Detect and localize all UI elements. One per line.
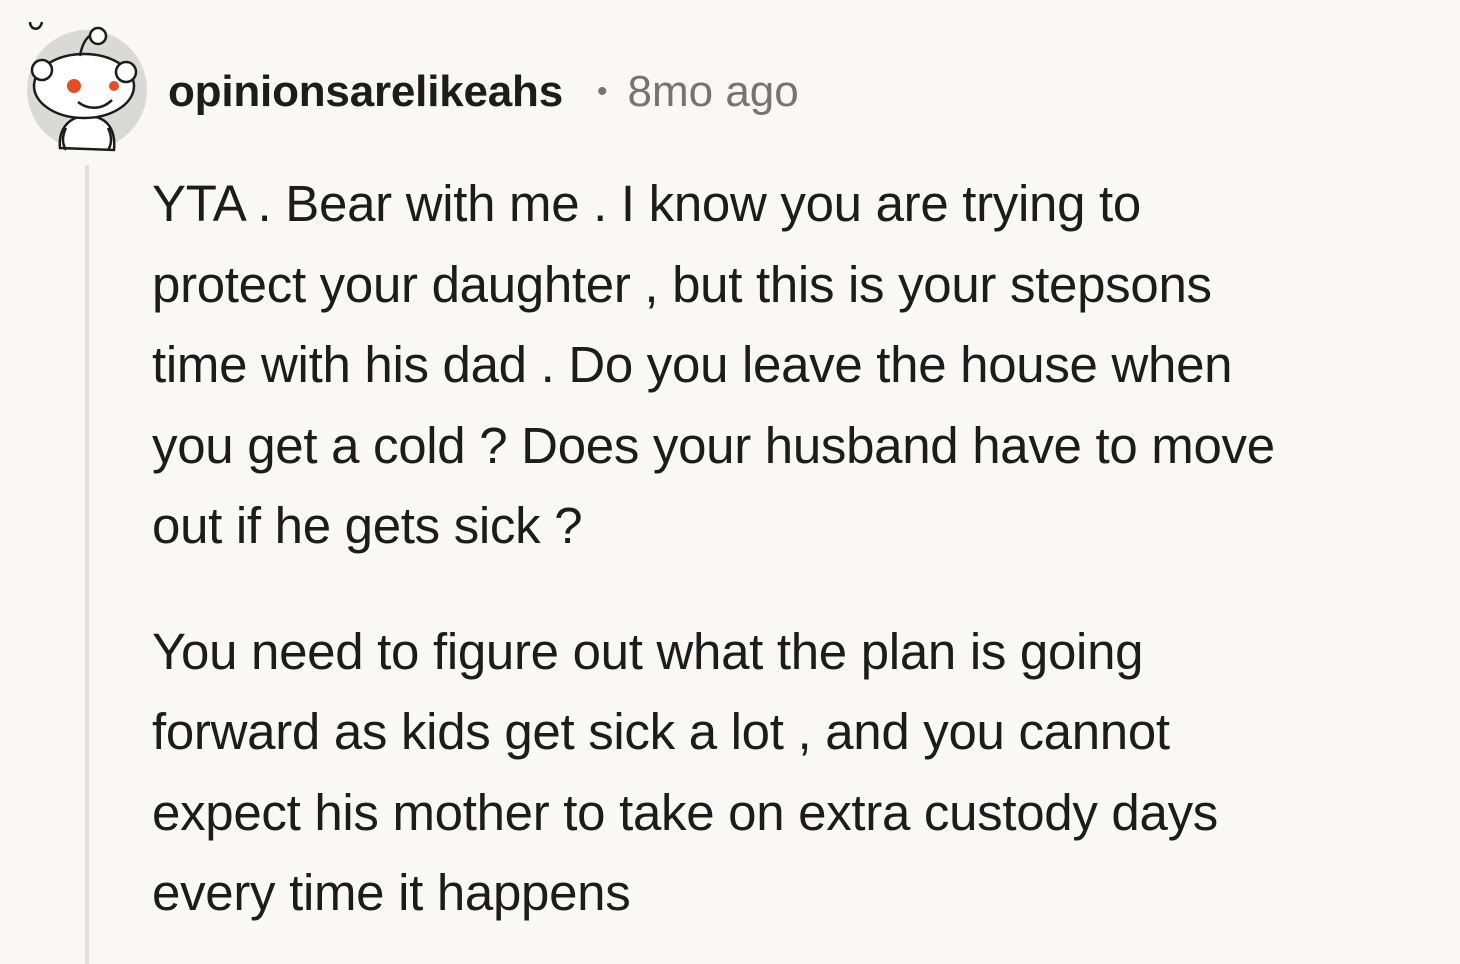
comment-paragraph: YTA . Bear with me . I know you are tryi…: [152, 164, 1452, 567]
comment: opinionsarelikeahs • 8mo ago YTA . Bear …: [0, 0, 1460, 964]
comment-timestamp[interactable]: 8mo ago: [628, 67, 799, 117]
comment-line: You need to figure out what the plan is …: [152, 622, 1144, 680]
comment-paragraph: You need to figure out what the plan is …: [152, 612, 1452, 934]
thread-line[interactable]: [85, 165, 89, 964]
meta-separator: •: [596, 75, 608, 108]
comment-line: protect your daughter , but this is your…: [152, 255, 1212, 313]
comment-line: forward as kids get sick a lot , and you…: [152, 703, 1170, 760]
comment-line: out if he gets sick ?: [152, 497, 583, 554]
comment-line: every time it happens: [152, 864, 631, 921]
comment-body: YTA . Bear with me . I know you are tryi…: [152, 164, 1452, 964]
comment-line: time with his dad . Do you leave the hou…: [152, 336, 1233, 393]
comment-line: YTA . Bear with me . I know you are tryi…: [152, 175, 1141, 232]
author-username[interactable]: opinionsarelikeahs: [168, 67, 563, 117]
comment-header: opinionsarelikeahs • 8mo ago: [168, 62, 799, 122]
comment-line: expect his mother to take on extra custo…: [152, 783, 1218, 841]
comment-line: you get a cold ? Does your husband have …: [152, 416, 1275, 474]
avatar[interactable]: [22, 16, 152, 156]
reddit-snoo-avatar-icon: [27, 21, 147, 152]
